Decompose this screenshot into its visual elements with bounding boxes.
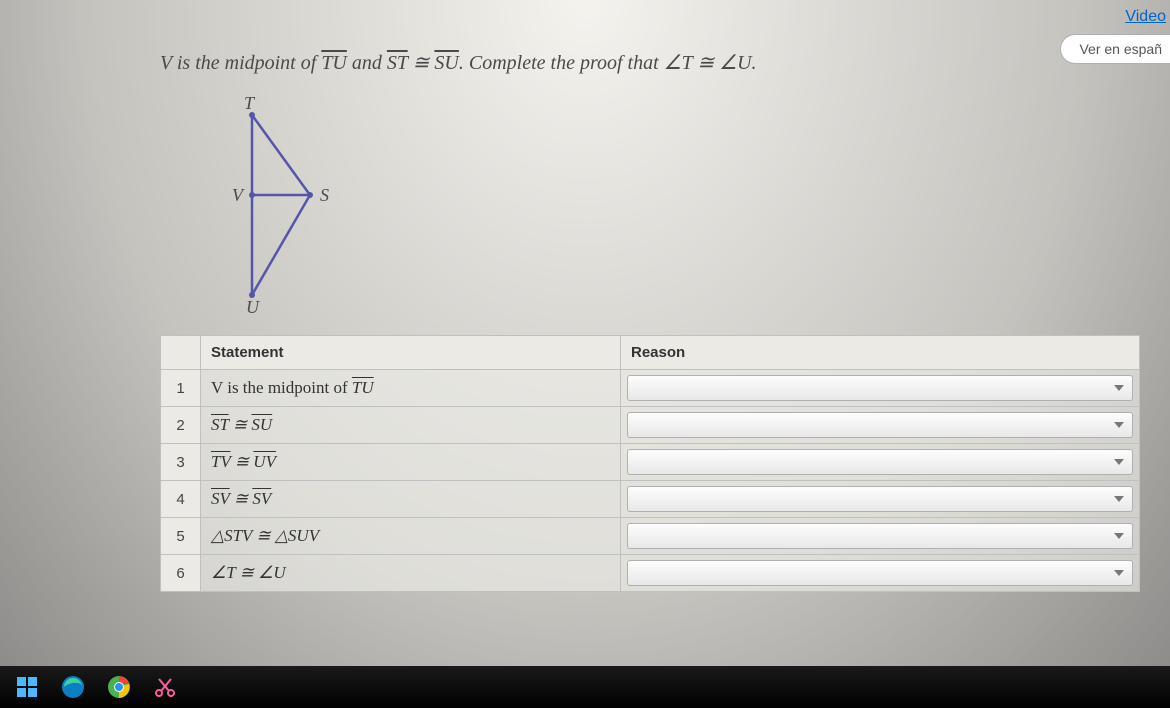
taskbar-item-chrome[interactable] [100, 668, 138, 706]
segment-ST: ST [387, 52, 408, 74]
taskbar-item-snip[interactable] [146, 668, 184, 706]
stmt-mid: ≅ [231, 452, 254, 471]
reason-cell [621, 481, 1140, 518]
problem-suffix: . [752, 52, 757, 74]
language-button[interactable]: Ver en españ [1060, 34, 1170, 64]
stmt-seg2: SV [252, 489, 271, 508]
table-row: 3 TV ≅ UV [161, 444, 1140, 481]
problem-cong1: ≅ [408, 52, 435, 74]
diagram-label-S: S [320, 185, 329, 205]
taskbar-item-edge[interactable] [54, 668, 92, 706]
problem-mid1: and [347, 52, 387, 74]
table-row: 5 △STV ≅ △SUV [161, 518, 1140, 555]
geometry-diagram: T V S U [210, 95, 1170, 315]
angle-T: T [682, 52, 693, 74]
chevron-down-icon [1114, 385, 1124, 391]
row-num: 6 [161, 555, 201, 592]
table-row: 2 ST ≅ SU [161, 407, 1140, 444]
table-row: 4 SV ≅ SV [161, 481, 1140, 518]
proof-table-wrap: Statement Reason 1 V is the midpoint of … [160, 335, 1140, 592]
chevron-down-icon [1114, 533, 1124, 539]
reason-dropdown[interactable] [627, 375, 1133, 401]
table-row: 1 V is the midpoint of TU [161, 370, 1140, 407]
reason-cell [621, 370, 1140, 407]
stmt-seg1: TV [211, 452, 231, 471]
stmt-prefix: V is the midpoint of [211, 378, 352, 397]
proof-table: Statement Reason 1 V is the midpoint of … [160, 335, 1140, 592]
statement-cell: SV ≅ SV [201, 481, 621, 518]
chevron-down-icon [1114, 496, 1124, 502]
stmt-seg1: ST [211, 415, 229, 434]
problem-statement: V is the midpoint of TU and ST ≅ SU. Com… [160, 50, 1170, 75]
reason-dropdown[interactable] [627, 449, 1133, 475]
reason-dropdown[interactable] [627, 412, 1133, 438]
scissors-icon [153, 675, 177, 699]
chevron-down-icon [1114, 570, 1124, 576]
reason-cell [621, 518, 1140, 555]
segment-TU: TU [321, 52, 347, 74]
problem-mid2: . Complete the proof that ∠ [459, 52, 682, 74]
stmt-mid: ≅ [229, 415, 252, 434]
problem-prefix: V is the midpoint of [160, 52, 321, 74]
taskbar [0, 666, 1170, 708]
reason-dropdown[interactable] [627, 486, 1133, 512]
row-num: 5 [161, 518, 201, 555]
video-link[interactable]: Video [1125, 8, 1170, 26]
stmt-seg2: UV [253, 452, 276, 471]
stmt-segment: TU [352, 378, 374, 397]
header-blank [161, 336, 201, 370]
row-num: 2 [161, 407, 201, 444]
chevron-down-icon [1114, 422, 1124, 428]
table-header-row: Statement Reason [161, 336, 1140, 370]
reason-cell [621, 555, 1140, 592]
statement-cell: ST ≅ SU [201, 407, 621, 444]
statement-cell: V is the midpoint of TU [201, 370, 621, 407]
header-statement: Statement [201, 336, 621, 370]
problem-cong2: ≅ ∠ [692, 52, 737, 74]
row-num: 4 [161, 481, 201, 518]
windows-icon [16, 676, 38, 698]
stmt-seg1: SV [211, 489, 230, 508]
angle-U: U [737, 52, 751, 74]
chrome-icon [106, 674, 132, 700]
diagram-label-U: U [246, 297, 260, 315]
reason-cell [621, 444, 1140, 481]
table-row: 6 ∠T ≅ ∠U [161, 555, 1140, 592]
diagram-label-T: T [244, 95, 256, 113]
header-reason: Reason [621, 336, 1140, 370]
taskbar-item-start[interactable] [8, 668, 46, 706]
row-num: 3 [161, 444, 201, 481]
reason-dropdown[interactable] [627, 523, 1133, 549]
statement-cell: TV ≅ UV [201, 444, 621, 481]
edge-icon [60, 674, 86, 700]
statement-cell: △STV ≅ △SUV [201, 518, 621, 555]
stmt-mid: ≅ [230, 489, 253, 508]
segment-SU: SU [434, 52, 458, 74]
reason-cell [621, 407, 1140, 444]
statement-cell: ∠T ≅ ∠U [201, 555, 621, 592]
chevron-down-icon [1114, 459, 1124, 465]
reason-dropdown[interactable] [627, 560, 1133, 586]
diagram-label-V: V [232, 185, 245, 205]
stmt-seg2: SU [251, 415, 272, 434]
row-num: 1 [161, 370, 201, 407]
main-content: V is the midpoint of TU and ST ≅ SU. Com… [0, 0, 1170, 592]
